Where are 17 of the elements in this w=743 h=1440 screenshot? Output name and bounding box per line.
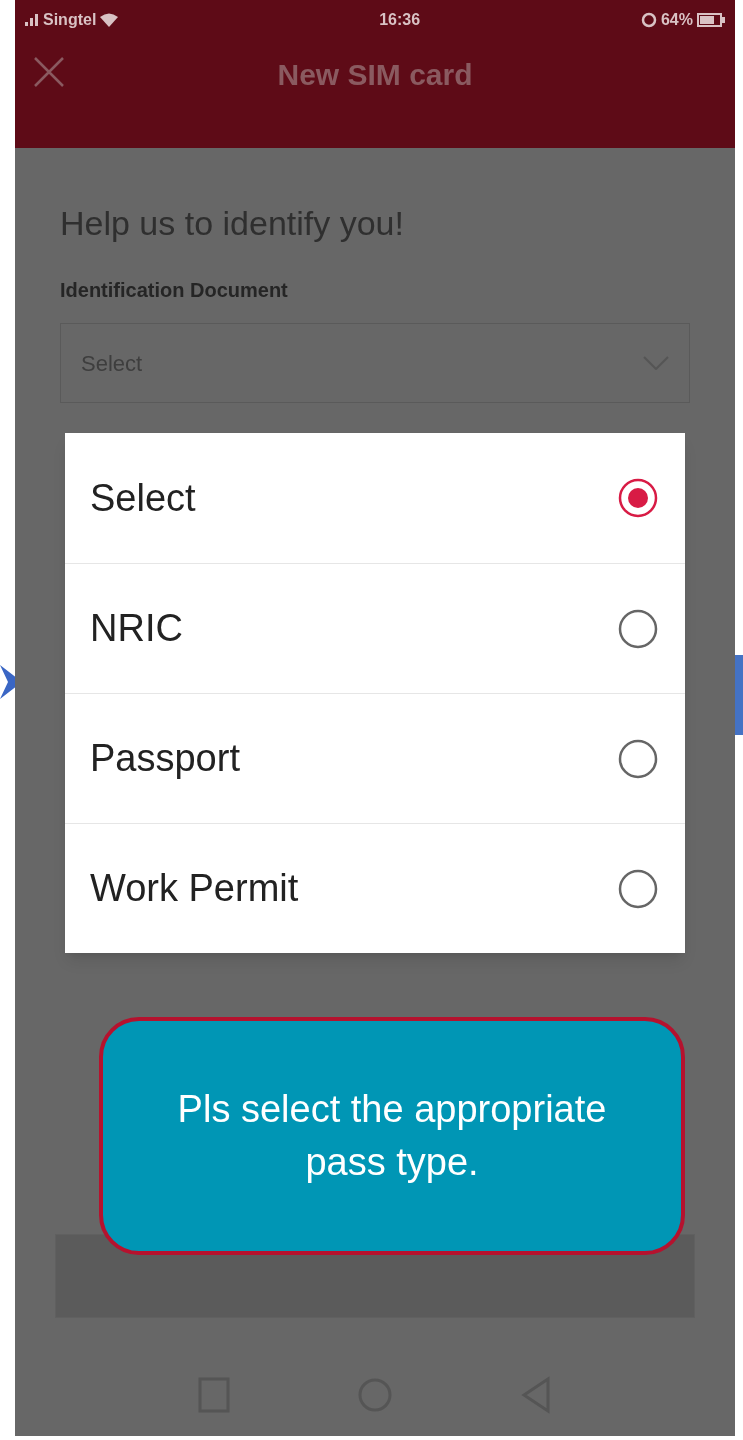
field-label: Identification Document [60, 278, 289, 303]
option-row[interactable]: Select [65, 433, 685, 563]
option-row[interactable]: Work Permit [65, 823, 685, 953]
form-heading: Help us to identify you! [60, 203, 405, 244]
carrier-name: Singtel [43, 10, 97, 30]
alarm-icon [640, 12, 657, 28]
screen-title: New SIM card [277, 56, 473, 93]
battery-icon [697, 13, 725, 27]
callout-text: Pls select the appropriate pass type. [176, 1086, 608, 1185]
option-row[interactable]: Passport [65, 693, 685, 823]
signal-icon [25, 14, 39, 26]
status-time: 16:36 [379, 10, 421, 30]
wifi-icon [100, 13, 119, 27]
option-row[interactable]: NRIC [65, 563, 685, 693]
radio-button[interactable] [616, 476, 660, 520]
close-icon[interactable] [33, 56, 65, 88]
battery-percent: 64% [660, 10, 693, 30]
